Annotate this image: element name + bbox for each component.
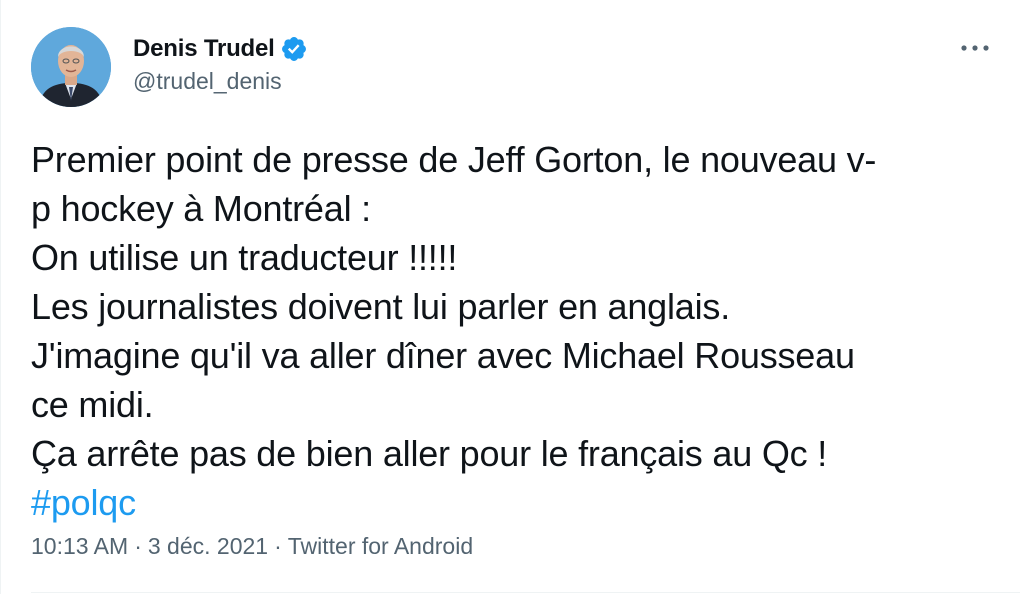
meta-separator: · xyxy=(134,533,142,559)
tweet-text-line: p hockey à Montréal : xyxy=(31,188,371,229)
tweet-date[interactable]: 3 déc. 2021 xyxy=(148,533,268,560)
divider xyxy=(31,592,1020,593)
tweet-text-line: J'imagine qu'il va aller dîner avec Mich… xyxy=(31,335,855,376)
author-name-row: Denis Trudel xyxy=(133,32,308,66)
profile-photo-icon xyxy=(31,27,111,107)
tweet-card: Denis Trudel @trudel_denis Premier point… xyxy=(0,0,1020,594)
tweet-time[interactable]: 10:13 AM xyxy=(31,533,128,560)
author-handle[interactable]: @trudel_denis xyxy=(133,68,308,95)
author-info: Denis Trudel @trudel_denis xyxy=(133,32,308,95)
tweet-text-line: On utilise un traducteur !!!!! xyxy=(31,237,458,278)
tweet-text-line: ce midi. xyxy=(31,384,154,425)
more-dots-icon xyxy=(961,45,989,51)
tweet-metadata: 10:13 AM · 3 déc. 2021 · Twitter for Android xyxy=(31,533,473,560)
author-display-name[interactable]: Denis Trudel xyxy=(133,35,275,63)
tweet-source[interactable]: Twitter for Android xyxy=(288,533,473,560)
tweet-text-line: Ça arrête pas de bien aller pour le fran… xyxy=(31,433,828,474)
tweet-text-line: Les journalistes doivent lui parler en a… xyxy=(31,286,731,327)
tweet-text: Premier point de presse de Jeff Gorton, … xyxy=(31,135,971,527)
meta-separator: · xyxy=(274,533,282,559)
more-options-button[interactable] xyxy=(958,36,992,60)
hashtag-link[interactable]: #polqc xyxy=(31,482,136,523)
verified-badge-icon xyxy=(280,35,308,63)
author-avatar[interactable] xyxy=(31,27,111,107)
tweet-text-line: Premier point de presse de Jeff Gorton, … xyxy=(31,139,877,180)
